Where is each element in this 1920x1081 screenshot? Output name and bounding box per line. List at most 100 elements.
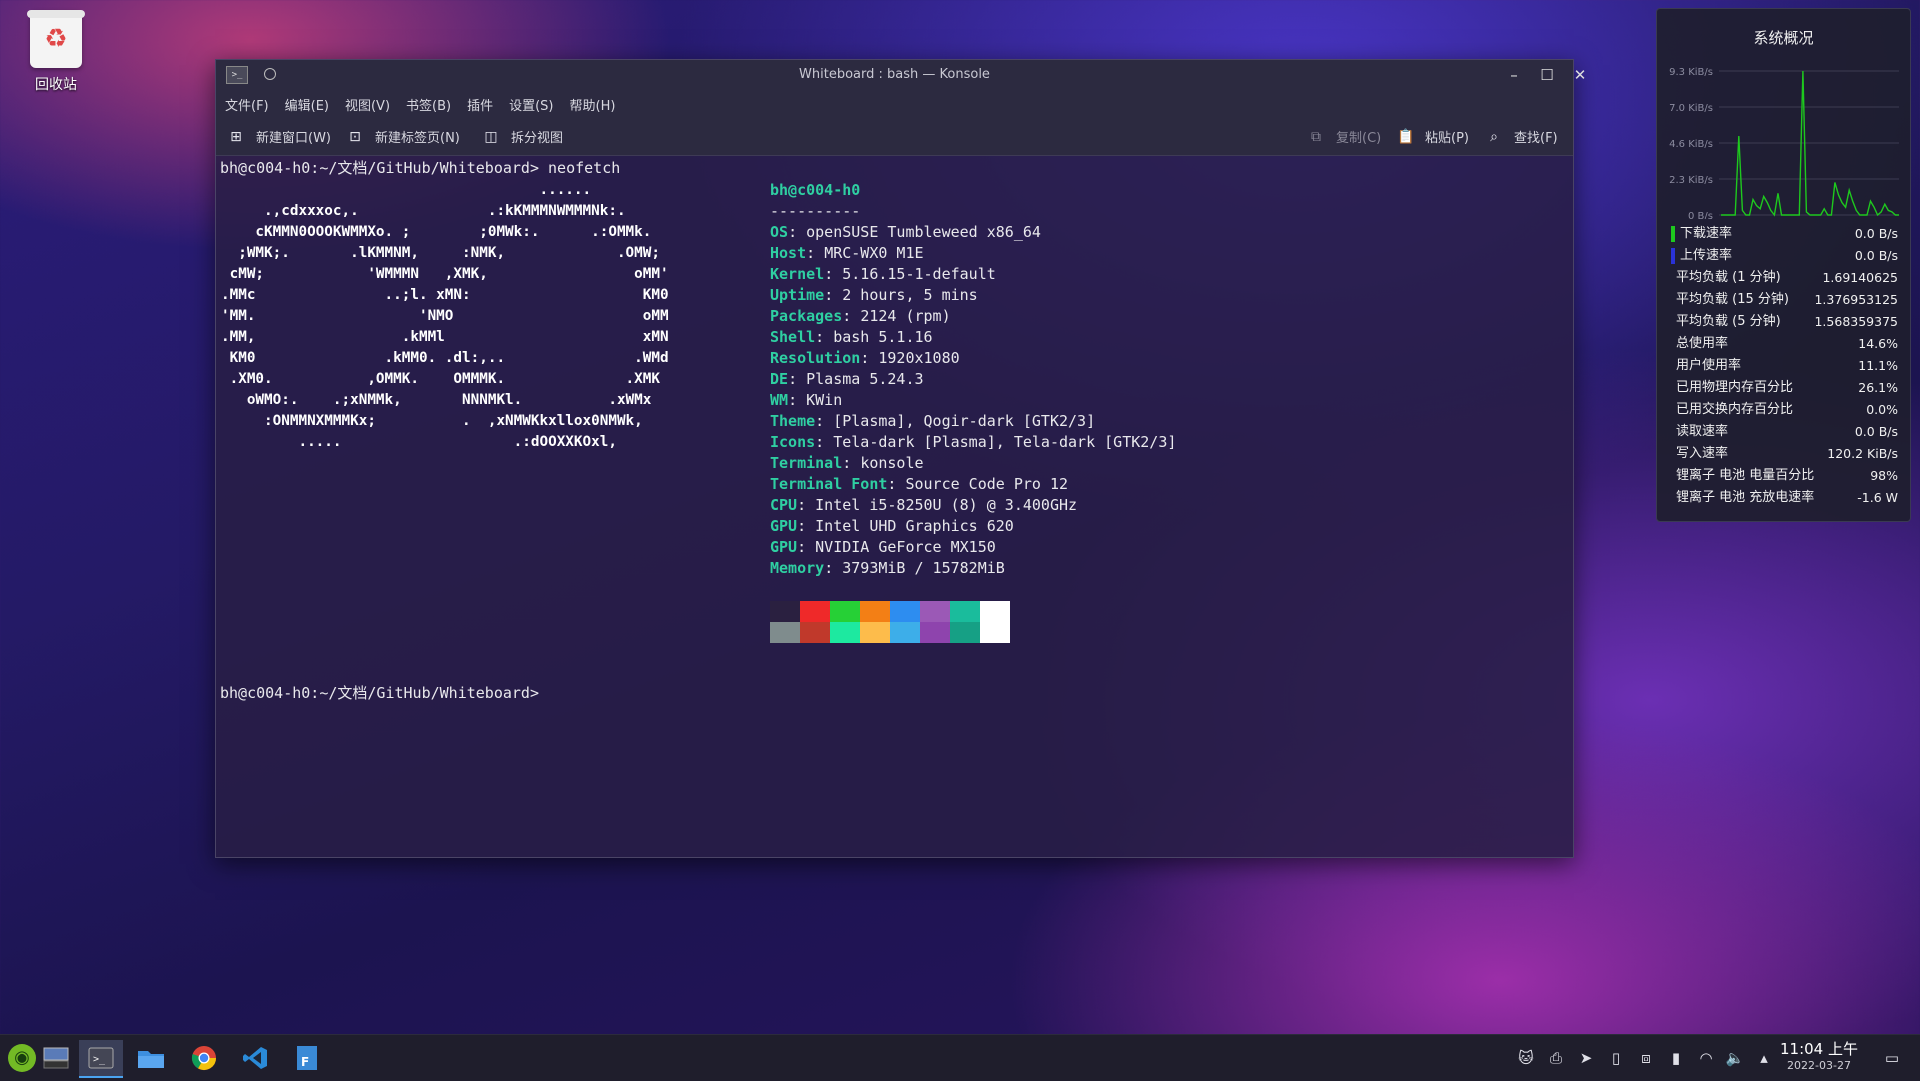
copy-label: 复制(C): [1336, 131, 1382, 146]
split-view-button[interactable]: ◫ 拆分视图: [483, 127, 563, 147]
stat-row: 平均负载 (1 分钟) 1.69140625: [1671, 267, 1898, 289]
menu-settings[interactable]: 设置(S): [509, 95, 553, 114]
maximize-button[interactable]: ☐: [1535, 63, 1559, 87]
menu-plugins[interactable]: 插件: [467, 95, 493, 114]
palette-row-top: [770, 601, 1010, 622]
stat-value: 1.376953125: [1814, 292, 1898, 307]
taskbar-chrome[interactable]: [184, 1040, 224, 1076]
palette-swatch: [920, 622, 950, 643]
info-value: 2 hours, 5 mins: [842, 286, 978, 304]
battery-tray-icon[interactable]: ▮: [1666, 1048, 1686, 1068]
info-value: Source Code Pro 12: [905, 475, 1069, 493]
digital-clock[interactable]: 11:04 上午 2022-03-27: [1772, 1039, 1866, 1073]
widget-title: 系统概况: [1753, 29, 1814, 47]
taskbar-app-f[interactable]: F: [287, 1040, 327, 1076]
stat-value: 14.6%: [1858, 336, 1898, 351]
terminal-area[interactable]: bh@c004-h0:~/文档/GitHub/Whiteboard> neofe…: [216, 156, 1573, 857]
stat-label: 用户使用率: [1676, 358, 1742, 373]
info-value: [Plasma], Qogir-dark [GTK2/3]: [833, 412, 1096, 430]
menu-edit[interactable]: 编辑(E): [285, 95, 329, 114]
chrome-icon: [191, 1046, 216, 1071]
document-app-icon: F: [297, 1046, 317, 1070]
palette-swatch: [950, 622, 980, 643]
stat-row: 上传速率 0.0 B/s: [1671, 245, 1898, 267]
close-button[interactable]: ✕: [1568, 63, 1592, 87]
title-bar[interactable]: >_ Whiteboard : bash — Konsole – ☐ ✕: [216, 60, 1586, 90]
find-button[interactable]: ⌕ 查找(F): [1486, 127, 1558, 147]
series-color-marker: [1671, 248, 1675, 264]
display-tray-icon[interactable]: ⧈: [1636, 1048, 1656, 1068]
expand-tray-icon[interactable]: ▴: [1754, 1048, 1774, 1068]
info-value: Intel UHD Graphics 620: [815, 517, 1014, 535]
stat-label: 平均负载 (15 分钟): [1676, 292, 1789, 307]
menu-bookmarks[interactable]: 书签(B): [406, 95, 451, 114]
info-value: openSUSE Tumbleweed x86_64: [806, 223, 1041, 241]
virtual-desktop-icon: [43, 1047, 69, 1069]
telegram-tray-icon[interactable]: ➤: [1576, 1048, 1596, 1068]
stat-value: 0.0%: [1866, 402, 1898, 417]
series-color-marker: [1671, 226, 1675, 242]
copy-button[interactable]: ⧉ 复制(C): [1308, 127, 1382, 147]
menu-view[interactable]: 视图(V): [345, 95, 390, 114]
stat-value: 1.69140625: [1822, 270, 1898, 285]
stat-label: 上传速率: [1671, 245, 1732, 267]
palette-swatch: [770, 601, 800, 622]
info-key: Terminal Font: [770, 475, 888, 493]
terminal-prompt-command: bh@c004-h0:~/文档/GitHub/Whiteboard> neofe…: [220, 159, 621, 177]
stat-label: 下载速率: [1671, 223, 1732, 245]
new-tab-button[interactable]: ⊡ 新建标签页(N): [347, 127, 460, 147]
minimize-button[interactable]: –: [1502, 63, 1526, 87]
neofetch-info-row: Packages: 2124 (rpm): [770, 307, 951, 325]
terminal-prompt-current: bh@c004-h0:~/文档/GitHub/Whiteboard>: [220, 684, 549, 702]
desktop-trash-icon[interactable]: ♻ 回收站: [18, 10, 94, 94]
menu-file[interactable]: 文件(F): [225, 95, 269, 114]
clipboard-tray-icon[interactable]: ▯: [1606, 1048, 1626, 1068]
stat-row: 下载速率 0.0 B/s: [1671, 223, 1898, 245]
palette-swatch: [920, 601, 950, 622]
info-value: MRC-WX0 M1E: [824, 244, 924, 262]
taskbar-vscode[interactable]: [235, 1040, 275, 1076]
palette-swatch: [980, 601, 1010, 622]
volume-tray-icon[interactable]: 🔈: [1725, 1048, 1745, 1068]
new-window-button[interactable]: ⊞ 新建窗口(W): [228, 127, 331, 147]
stat-label: 锂离子 电池 电量百分比: [1676, 468, 1815, 483]
svg-text:F: F: [301, 1055, 309, 1069]
neofetch-info-row: Terminal: konsole: [770, 454, 924, 472]
split-view-icon: ◫: [484, 128, 498, 145]
stat-row: 锂离子 电池 充放电速率 -1.6 W: [1671, 487, 1898, 509]
printer-tray-icon[interactable]: ⎙: [1546, 1048, 1566, 1068]
stat-value: 26.1%: [1858, 380, 1898, 395]
menu-help[interactable]: 帮助(H): [570, 95, 616, 114]
neofetch-info-row: GPU: Intel UHD Graphics 620: [770, 517, 1014, 535]
neofetch-info-row: Kernel: 5.16.15-1-default: [770, 265, 996, 283]
stat-row: 锂离子 电池 电量百分比 98%: [1671, 465, 1898, 487]
stats-list: 下载速率 0.0 B/s 上传速率 0.0 B/s 平均负载 (1 分钟) 1.69140…: [1671, 223, 1898, 509]
show-desktop-icon[interactable]: ▭: [1882, 1048, 1902, 1068]
neofetch-info-row: Icons: Tela-dark [Plasma], Tela-dark [GT…: [770, 433, 1177, 451]
taskbar-konsole[interactable]: >_: [79, 1040, 123, 1078]
palette-swatch: [890, 601, 920, 622]
stat-value: 1.568359375: [1814, 314, 1898, 329]
wifi-tray-icon[interactable]: ◠: [1696, 1048, 1716, 1068]
cat-tray-icon[interactable]: 🐱: [1516, 1048, 1536, 1068]
folder-icon: [138, 1051, 164, 1068]
stat-label: 总使用率: [1676, 336, 1729, 351]
stat-value: 0.0 B/s: [1854, 248, 1898, 263]
stat-row: 写入速率 120.2 KiB/s: [1671, 443, 1898, 465]
stat-row: 平均负载 (5 分钟) 1.568359375: [1671, 311, 1898, 333]
info-key: Theme: [770, 412, 816, 430]
pager-button[interactable]: [36, 1040, 76, 1076]
palette-swatch: [770, 622, 800, 643]
neofetch-info-row: Shell: bash 5.1.16: [770, 328, 933, 346]
system-monitor-widget: 系统概况 9.3 KiB/s 7.0 KiB/s 4.6 KiB/s 2.3 KiB/…: [1656, 8, 1911, 522]
palette-swatch: [980, 622, 1010, 643]
taskbar-dolphin[interactable]: [131, 1040, 171, 1076]
palette-swatch: [830, 622, 860, 643]
stat-value: 0.0 B/s: [1854, 226, 1898, 241]
menu-bar: 文件(F) 编辑(E) 视图(V) 书签(B) 插件 设置(S) 帮助(H): [216, 90, 1573, 118]
paste-button[interactable]: 📋 粘贴(P): [1397, 127, 1469, 147]
palette-row-bottom: [770, 622, 1010, 643]
info-value: KWin: [806, 391, 843, 409]
neofetch-info: bh@c004-h0 ---------- OS: openSUSE Tumbl…: [770, 180, 1176, 579]
svg-text:>_: >_: [93, 1054, 106, 1065]
